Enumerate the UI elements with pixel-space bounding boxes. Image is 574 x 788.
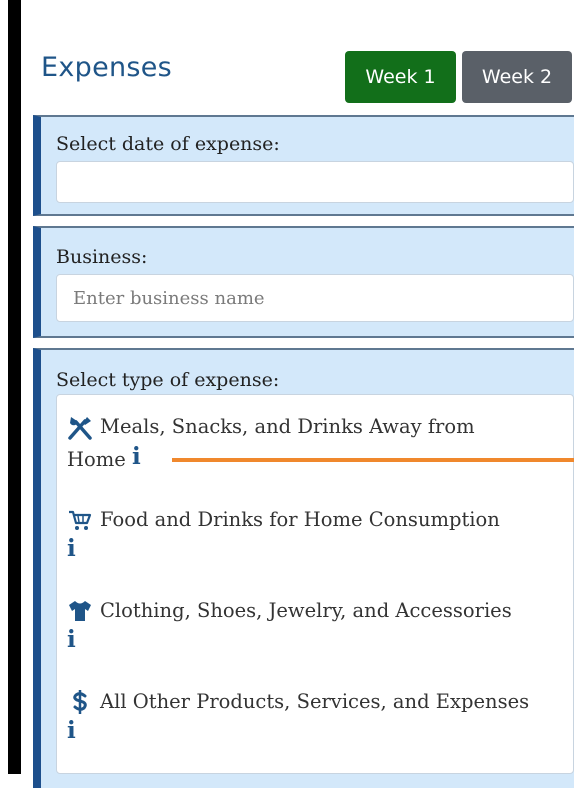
- business-section: Business:: [33, 226, 574, 338]
- expense-option-label-cont: Home: [67, 448, 126, 471]
- annotation-pointer-line: [172, 458, 574, 462]
- expense-option-clothing[interactable]: Clothing, Shoes, Jewelry, and Accessorie…: [57, 596, 573, 668]
- expense-option-meals[interactable]: Meals, Snacks, and Drinks Away from Home…: [57, 413, 573, 485]
- info-icon[interactable]: i: [67, 535, 76, 562]
- window-edge: [8, 0, 21, 774]
- expense-type-label: Select type of expense:: [56, 369, 280, 391]
- date-input[interactable]: [56, 161, 574, 203]
- business-label: Business:: [56, 246, 148, 268]
- tshirt-icon: [69, 601, 91, 621]
- info-icon[interactable]: i: [67, 717, 76, 744]
- info-icon[interactable]: i: [67, 626, 76, 653]
- date-label: Select date of expense:: [56, 133, 280, 155]
- expense-option-label: Food and Drinks for Home Consumption: [100, 508, 500, 531]
- tab-week-1[interactable]: Week 1: [345, 51, 456, 103]
- shopping-cart-icon: [69, 510, 92, 530]
- dollar-icon: [73, 690, 87, 714]
- expense-option-label: Clothing, Shoes, Jewelry, and Accessorie…: [100, 599, 512, 622]
- tab-week-2[interactable]: Week 2: [462, 51, 572, 103]
- expense-type-section: Select type of expense: Meals, Snacks, a…: [33, 348, 574, 788]
- expense-option-home-food[interactable]: Food and Drinks for Home Consumption i: [57, 505, 573, 577]
- expense-option-other[interactable]: All Other Products, Services, and Expens…: [57, 687, 573, 759]
- fork-knife-icon: [68, 417, 92, 440]
- page-title: Expenses: [41, 52, 173, 83]
- expense-option-label: All Other Products, Services, and Expens…: [100, 690, 530, 713]
- expense-option-label: Meals, Snacks, and Drinks Away from: [100, 415, 475, 438]
- date-section: Select date of expense:: [33, 115, 574, 216]
- expense-type-list: Meals, Snacks, and Drinks Away from Home…: [56, 394, 574, 774]
- info-icon[interactable]: i: [132, 443, 141, 470]
- business-name-input[interactable]: [56, 274, 574, 322]
